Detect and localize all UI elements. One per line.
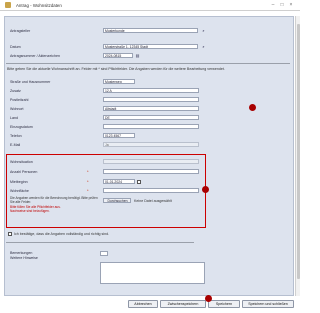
browse-button[interactable]: Durchsuchen [103,198,131,203]
app-icon [5,2,11,8]
lease-start-field[interactable]: 01.01.2024 [103,179,135,184]
label-lease-start: Mietbeginn [10,180,28,184]
label-date: Datum [10,45,21,49]
applicant-field[interactable]: Musterkunde [103,28,198,33]
comment-mini-field[interactable] [100,251,108,256]
divider [6,63,290,64]
list-icon[interactable]: ▤ [135,53,140,58]
address-lookup-field[interactable]: Musterstraße 1, 12345 Stadt [103,44,198,49]
calendar-icon[interactable] [137,179,141,184]
save-draft-button[interactable]: Zwischenspeichern [160,300,206,308]
reference-field[interactable]: 2024-0815 [103,53,133,58]
label-reference: Antragsnummer / Aktenzeichen [10,54,60,58]
label-move-in: Einzugsdatum [10,125,33,129]
scrollbar-thumb[interactable] [296,24,300,279]
save-button[interactable]: Speichern [208,300,240,308]
move-in-field[interactable] [103,124,199,129]
label-postcode: Postleitzahl [10,98,29,102]
label-area: Wohnfläche [10,189,29,193]
search-icon[interactable]: ⌕ [201,44,206,49]
upload-hint: Keine Datei ausgewählt [134,199,172,203]
area-field[interactable] [103,188,199,193]
cancel-button[interactable]: Abbrechen [128,300,158,308]
label-email: E-Mail [10,143,21,147]
phone-field[interactable]: 0123 4567 [103,133,135,138]
maximize-button[interactable]: □ [279,2,285,8]
search-icon[interactable]: ⌕ [201,28,206,33]
email-field[interactable]: Ja [103,142,199,147]
consent-label: Ich bestätige, dass die Angaben vollstän… [14,232,110,236]
minimize-button[interactable]: – [270,2,276,8]
label-city: Wohnort [10,107,24,111]
required-marker: * [87,188,89,193]
intro-text: Bitte geben Sie die aktuelle Wohnanschri… [7,67,225,71]
label-hints: Weitere Hinweise [10,256,38,260]
vertical-scrollbar[interactable] [295,16,300,296]
label-living: Wohnsituation [10,160,33,164]
divider [6,242,194,243]
window-title: Antrag - Wohnsitzdaten [16,2,62,8]
label-country: Land [10,116,18,120]
error-note-2: Nachweise sind beizufügen. [10,209,50,213]
title-bar: Antrag - Wohnsitzdaten – □ × [0,0,300,11]
close-button[interactable]: × [288,2,294,8]
label-phone: Telefon [10,134,22,138]
label-applicant: Antragsteller [10,29,31,33]
comment-textarea[interactable] [100,262,205,284]
label-persons: Anzahl Personen [10,170,38,174]
persons-field[interactable] [103,169,199,174]
country-field[interactable]: DE [103,115,199,120]
annotation-marker [205,295,212,302]
postcode-field[interactable] [103,97,199,102]
save-close-button[interactable]: Speichern und schließen [242,300,294,308]
addition-field[interactable]: 12 A [103,88,199,93]
label-street: Straße und Hausnummer [10,80,51,84]
section-note: Die Angaben werden für die Berechnung be… [10,196,98,204]
required-marker: * [87,169,89,174]
label-addition: Zusatz [10,89,21,93]
annotation-marker [249,104,256,111]
consent-checkbox[interactable] [8,232,12,236]
annotation-marker [202,186,209,193]
required-marker: * [87,179,89,184]
city-field[interactable]: Altstadt [103,106,199,111]
street-field[interactable]: Musterweg [103,79,135,84]
label-comments: Bemerkungen [10,251,33,255]
living-situation-field[interactable] [103,159,199,164]
